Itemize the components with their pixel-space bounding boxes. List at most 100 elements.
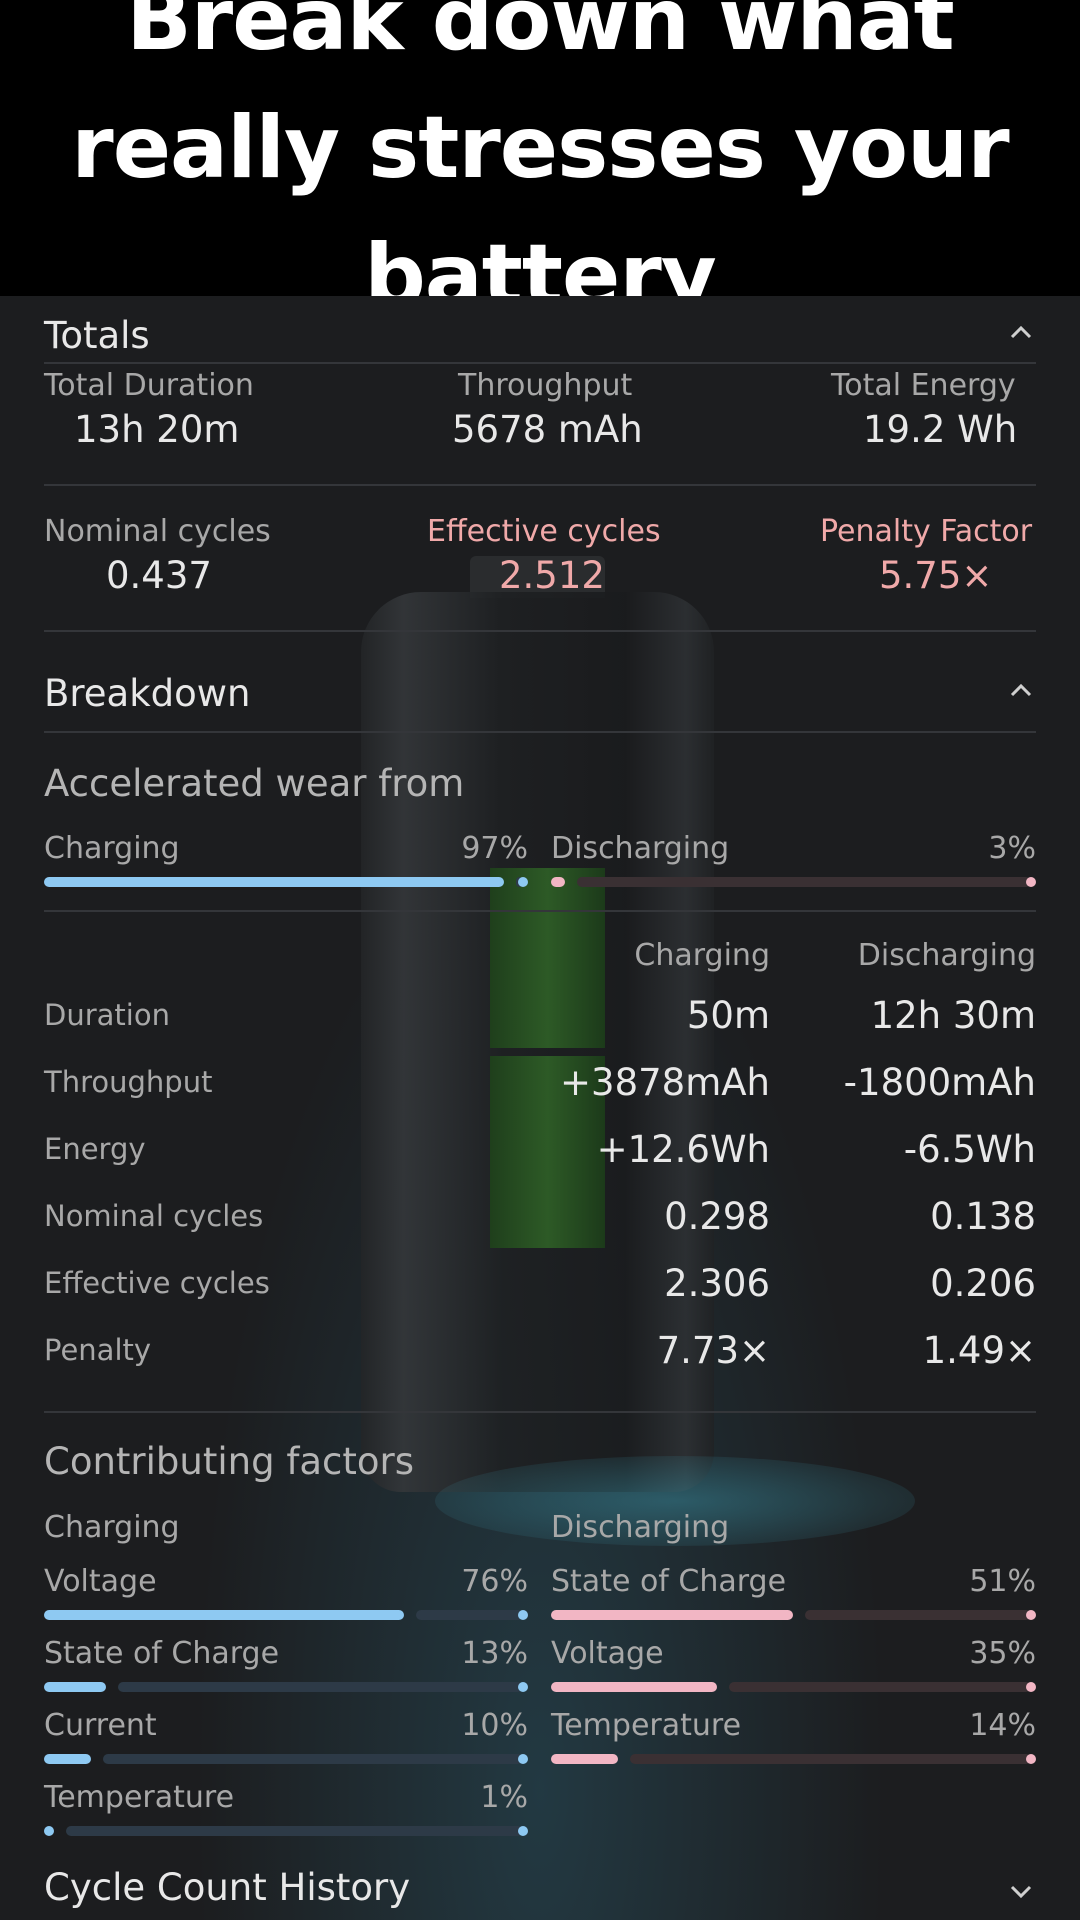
- factor-bar: [44, 1610, 528, 1620]
- bar-end-dot: [1026, 1682, 1036, 1692]
- table-row-label: Throughput: [44, 1065, 213, 1099]
- factor-bar: [551, 1754, 1036, 1764]
- wear-discharging-percent: 3%: [988, 831, 1036, 866]
- total-energy-label: Total Energy: [831, 368, 1016, 403]
- table-col-charging: Charging: [634, 938, 770, 973]
- factor-bar: [44, 1754, 528, 1764]
- throughput-label: Throughput: [458, 368, 633, 403]
- bar-fill: [551, 877, 566, 887]
- factor-label: Voltage: [44, 1564, 157, 1599]
- factor-percent: 13%: [461, 1636, 528, 1671]
- factor-bar: [551, 1610, 1036, 1620]
- table-row-label: Penalty: [44, 1333, 152, 1367]
- factor-label: Voltage: [551, 1636, 664, 1671]
- bar-fill: [44, 877, 504, 887]
- factors-discharging-title: Discharging: [551, 1510, 730, 1545]
- battery-stats-screen[interactable]: Totals Total Duration 13h 20m Throughput…: [0, 296, 1080, 1920]
- table-row-discharging-value: 12h 30m: [870, 994, 1036, 1037]
- wear-charging-bar: [44, 877, 528, 887]
- factor-percent: 10%: [461, 1708, 528, 1743]
- table-row-label: Nominal cycles: [44, 1199, 264, 1233]
- table-row-label: Energy: [44, 1132, 146, 1166]
- factor-bar: [551, 1682, 1036, 1692]
- factor-percent: 1%: [480, 1780, 528, 1815]
- table-row-charging-value: 7.73×: [656, 1329, 770, 1372]
- factor-label: State of Charge: [551, 1564, 787, 1599]
- table-row-charging-value: 2.306: [664, 1262, 770, 1305]
- bar-end-dot: [518, 1610, 528, 1620]
- throughput-value: 5678 mAh: [452, 408, 643, 451]
- wear-charging-percent: 97%: [461, 831, 528, 866]
- bar-track: [629, 1754, 1031, 1764]
- wear-charging-label: Charging: [44, 831, 180, 866]
- factor-label: Temperature: [44, 1780, 235, 1815]
- bar-fill: [44, 1682, 106, 1692]
- table-row-discharging-value: 0.206: [930, 1262, 1036, 1305]
- cycle-count-history-title: Cycle Count History: [44, 1866, 411, 1909]
- factor-percent: 35%: [969, 1636, 1036, 1671]
- table-row-discharging-value: -1800mAh: [843, 1061, 1036, 1104]
- penalty-factor-label: Penalty Factor: [820, 514, 1033, 549]
- table-row-charging-value: +12.6Wh: [596, 1128, 770, 1171]
- factors-charging-title: Charging: [44, 1510, 180, 1545]
- factor-label: State of Charge: [44, 1636, 280, 1671]
- divider: [44, 731, 1036, 733]
- chevron-up-icon[interactable]: [1006, 676, 1036, 706]
- bar-track: [729, 1682, 1031, 1692]
- divider: [44, 630, 1036, 632]
- nominal-cycles-label: Nominal cycles: [44, 514, 271, 549]
- bar-end-dot: [1026, 1754, 1036, 1764]
- bar-track: [577, 877, 1031, 887]
- bar-end-dot: [1026, 877, 1036, 887]
- contributing-factors-title: Contributing factors: [44, 1440, 415, 1483]
- divider: [44, 910, 1036, 912]
- bar-fill: [551, 1610, 794, 1620]
- table-col-discharging: Discharging: [857, 938, 1036, 973]
- penalty-factor-value: 5.75×: [879, 554, 993, 597]
- bar-track: [66, 1826, 523, 1836]
- breakdown-title: Breakdown: [44, 672, 251, 715]
- bar-fill: [44, 1754, 92, 1764]
- bar-fill: [551, 1754, 618, 1764]
- bar-track: [805, 1610, 1031, 1620]
- bar-end-dot: [518, 877, 528, 887]
- effective-cycles-label: Effective cycles: [427, 514, 661, 549]
- bar-end-dot: [1026, 1610, 1036, 1620]
- headline-banner: Break down what really stresses your bat…: [0, 0, 1080, 326]
- effective-cycles-value: 2.512: [499, 554, 605, 597]
- factor-bar: [44, 1826, 528, 1836]
- bar-fill: [44, 1610, 405, 1620]
- divider: [44, 1411, 1036, 1413]
- total-energy-value: 19.2 Wh: [863, 408, 1018, 451]
- wear-discharging-label: Discharging: [551, 831, 730, 866]
- bar-fill: [551, 1682, 718, 1692]
- factor-bar: [44, 1682, 528, 1692]
- bar-track: [117, 1682, 523, 1692]
- chevron-down-icon[interactable]: [1006, 1876, 1036, 1906]
- bar-end-dot: [518, 1754, 528, 1764]
- table-row-label: Duration: [44, 998, 170, 1032]
- factor-label: Current: [44, 1708, 157, 1743]
- total-duration-label: Total Duration: [44, 368, 254, 403]
- table-row-charging-value: +3878mAh: [560, 1061, 770, 1104]
- headline-text: Break down what really stresses your bat…: [71, 0, 1009, 326]
- bar-fill: [44, 1826, 54, 1836]
- totals-title: Totals: [44, 314, 150, 357]
- factor-label: Temperature: [551, 1708, 742, 1743]
- bar-end-dot: [518, 1826, 528, 1836]
- bar-track: [416, 1610, 523, 1620]
- factor-percent: 14%: [969, 1708, 1036, 1743]
- chevron-up-icon[interactable]: [1006, 318, 1036, 348]
- factor-percent: 76%: [461, 1564, 528, 1599]
- table-row-label: Effective cycles: [44, 1266, 270, 1300]
- table-row-charging-value: 0.298: [664, 1195, 770, 1238]
- wear-discharging-bar: [551, 877, 1036, 887]
- bar-end-dot: [518, 1682, 528, 1692]
- accelerated-wear-title: Accelerated wear from: [44, 762, 465, 805]
- divider: [44, 362, 1036, 364]
- table-row-discharging-value: 0.138: [930, 1195, 1036, 1238]
- table-row-charging-value: 50m: [686, 994, 770, 1037]
- divider: [44, 484, 1036, 486]
- total-duration-value: 13h 20m: [74, 408, 240, 451]
- factor-percent: 51%: [969, 1564, 1036, 1599]
